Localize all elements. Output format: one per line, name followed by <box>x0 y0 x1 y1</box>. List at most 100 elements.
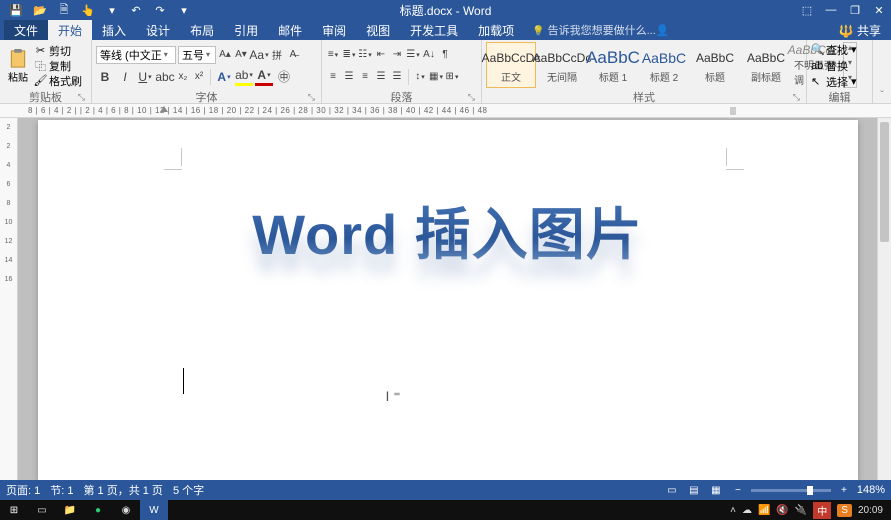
tab-home[interactable]: 开始 <box>48 20 92 40</box>
zoom-slider[interactable] <box>751 489 831 492</box>
increase-indent-button[interactable]: ⇥ <box>390 46 404 64</box>
shading-button[interactable]: ▦▾ <box>429 68 443 86</box>
indent-marker-icon[interactable] <box>160 106 168 112</box>
status-word-count[interactable]: 5 个字 <box>173 482 204 498</box>
borders-button[interactable]: ⊞▾ <box>445 68 459 86</box>
select-button[interactable]: ↖选择 ▾ <box>811 74 857 89</box>
status-page[interactable]: 页面: 1 <box>6 482 40 498</box>
zoom-out-button[interactable]: − <box>729 483 747 497</box>
vertical-ruler[interactable]: 2 2 4 6 8 10 12 14 16 <box>0 118 18 480</box>
start-button[interactable]: ⊞ <box>0 500 28 520</box>
explorer-icon[interactable]: 📁 <box>56 500 84 520</box>
word-taskbar-icon[interactable]: W <box>140 500 168 520</box>
wechat-icon[interactable]: ● <box>84 500 112 520</box>
tab-addins[interactable]: 加载项 <box>468 20 524 40</box>
shrink-font-button[interactable]: A▾ <box>234 46 248 64</box>
multilevel-button[interactable]: ☷▾ <box>358 46 372 64</box>
volume-icon[interactable]: 🔇 <box>776 505 788 516</box>
numbering-button[interactable]: ≣▾ <box>342 46 356 64</box>
justify-button[interactable]: ☰ <box>374 68 388 86</box>
subscript-button[interactable]: x₂ <box>176 68 190 86</box>
styles-launcher-icon[interactable]: ⤡ <box>793 92 800 103</box>
scrollbar-thumb[interactable] <box>880 122 889 242</box>
zoom-level[interactable]: 148% <box>857 484 885 496</box>
tab-review[interactable]: 审阅 <box>312 20 356 40</box>
tray-cloud-icon[interactable]: ☁ <box>742 505 752 516</box>
save-icon[interactable]: 💾 <box>8 2 24 18</box>
show-marks-button[interactable]: ¶ <box>438 46 452 64</box>
ime-indicator[interactable]: 中 <box>813 502 831 519</box>
right-margin-marker[interactable] <box>730 107 736 115</box>
style-normal[interactable]: AaBbCcDc正文 <box>486 42 536 88</box>
text-effects-button[interactable]: A▾ <box>215 68 233 86</box>
clear-formatting-button[interactable]: A̶ <box>286 46 300 64</box>
style-heading1[interactable]: AaBbC标题 1 <box>588 42 638 88</box>
vertical-scrollbar[interactable] <box>877 118 891 480</box>
taskview-button[interactable]: ▭ <box>28 500 56 520</box>
style-subtitle[interactable]: AaBbC副标题 <box>741 42 791 88</box>
sort-button[interactable]: A↓ <box>422 46 436 64</box>
phonetic-guide-button[interactable]: 拼 <box>270 46 284 64</box>
paragraph-launcher-icon[interactable]: ⤡ <box>468 92 475 103</box>
align-center-button[interactable]: ☰ <box>342 68 356 86</box>
align-left-button[interactable]: ≡ <box>326 68 340 86</box>
font-name-select[interactable]: 等线 (中文正▾ <box>96 46 176 64</box>
clipboard-launcher-icon[interactable]: ⤡ <box>78 92 85 103</box>
document-scroll-area[interactable]: Word 插入图片 I ⁼ <box>18 118 877 480</box>
sign-in-icon[interactable]: 👤 <box>656 24 670 37</box>
paste-button[interactable]: 粘贴 <box>4 48 32 84</box>
print-icon[interactable]: ▾ <box>104 2 120 18</box>
power-icon[interactable]: 🔌 <box>795 505 807 516</box>
web-layout-button[interactable]: ▦ <box>707 483 725 497</box>
strikethrough-button[interactable]: abc <box>156 68 174 86</box>
cut-button[interactable]: ✂剪切 <box>34 43 82 58</box>
touch-mode-icon[interactable]: 👆 <box>80 2 96 18</box>
sogou-icon[interactable]: S <box>837 504 852 517</box>
network-icon[interactable]: 📶 <box>758 505 770 516</box>
undo-icon[interactable]: ↶ <box>128 2 144 18</box>
style-title[interactable]: AaBbC标题 <box>690 42 740 88</box>
line-spacing-button[interactable]: ↕▾ <box>413 68 427 86</box>
asian-layout-button[interactable]: ☰▾ <box>406 46 420 64</box>
read-mode-button[interactable]: ▭ <box>663 483 681 497</box>
collapse-ribbon-button[interactable]: ˇ <box>873 40 891 103</box>
replace-button[interactable]: ab替换 <box>811 58 857 73</box>
grow-font-button[interactable]: A▴ <box>218 46 232 64</box>
font-size-select[interactable]: 五号▾ <box>178 46 216 64</box>
style-nospacing[interactable]: AaBbCcDc无间隔 <box>537 42 587 88</box>
decrease-indent-button[interactable]: ⇤ <box>374 46 388 64</box>
share-button[interactable]: 🔱 共享 <box>839 22 881 39</box>
close-button[interactable]: ✕ <box>867 0 891 20</box>
qat-more-icon[interactable]: ▾ <box>176 2 192 18</box>
copy-button[interactable]: ⿻复制 <box>34 58 82 73</box>
tab-file[interactable]: 文件 <box>4 20 48 40</box>
highlight-button[interactable]: ab▾ <box>235 68 253 86</box>
style-heading2[interactable]: AaBbC标题 2 <box>639 42 689 88</box>
tray-up-icon[interactable]: ˄ <box>730 505 736 516</box>
change-case-button[interactable]: Aa▾ <box>250 46 268 64</box>
tab-developer[interactable]: 开发工具 <box>400 20 468 40</box>
superscript-button[interactable]: x² <box>192 68 206 86</box>
clock[interactable]: 20:09 <box>858 505 883 516</box>
maximize-button[interactable]: ❐ <box>843 0 867 20</box>
enclose-char-button[interactable]: ㊥ <box>275 68 293 86</box>
chrome-icon[interactable]: ◉ <box>112 500 140 520</box>
print-layout-button[interactable]: ▤ <box>685 483 703 497</box>
bullets-button[interactable]: ≡▾ <box>326 46 340 64</box>
tab-references[interactable]: 引用 <box>224 20 268 40</box>
status-section[interactable]: 节: 1 <box>50 482 73 498</box>
page[interactable]: Word 插入图片 I ⁼ <box>38 120 858 480</box>
ribbon-display-icon[interactable]: ⬚ <box>795 0 819 20</box>
format-painter-button[interactable]: 🖌格式刷 <box>34 73 82 88</box>
find-button[interactable]: 🔍查找 ▾ <box>811 42 857 57</box>
font-color-button[interactable]: A▾ <box>255 68 273 86</box>
italic-button[interactable]: I <box>116 68 134 86</box>
horizontal-ruler[interactable]: 8 | 6 | 4 | 2 | | 2 | 4 | 6 | 8 | 10 | 1… <box>0 104 891 118</box>
align-right-button[interactable]: ≡ <box>358 68 372 86</box>
distributed-button[interactable]: ☰ <box>390 68 404 86</box>
zoom-in-button[interactable]: + <box>835 483 853 497</box>
tab-mailings[interactable]: 邮件 <box>268 20 312 40</box>
redo-icon[interactable]: ↷ <box>152 2 168 18</box>
wordart-title[interactable]: Word 插入图片 <box>38 190 858 271</box>
underline-button[interactable]: U▾ <box>136 68 154 86</box>
